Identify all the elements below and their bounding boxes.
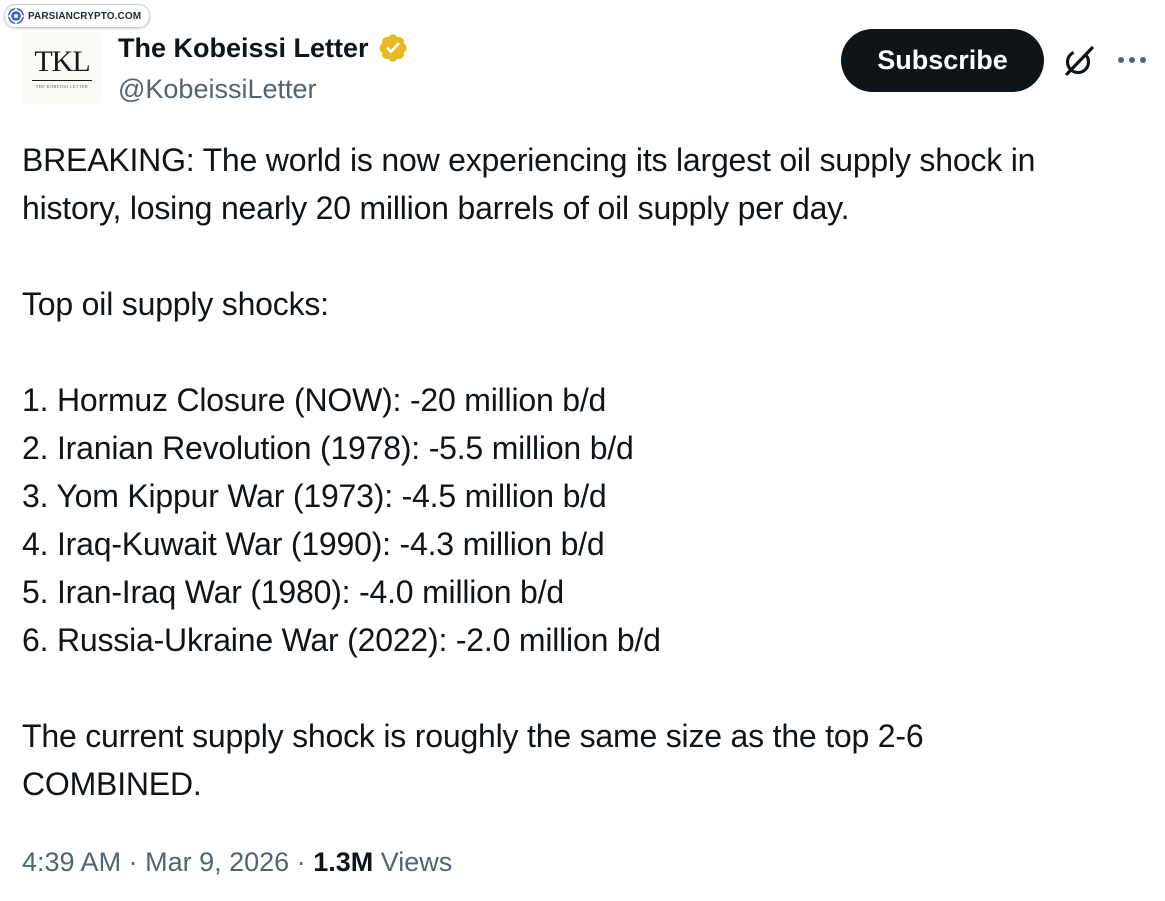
tweet-line: The current supply shock is roughly the … [22,718,924,754]
views-count[interactable]: 1.3M [313,847,373,877]
tweet-time: 4:39 AM [22,847,122,877]
tweet-text: BREAKING: The world is now experiencing … [22,136,1147,808]
watermark-badge: PARSIANCRYPTO.COM [4,4,151,28]
watermark-text: PARSIANCRYPTO.COM [28,10,142,22]
avatar[interactable]: TKL THE KOBEISSI LETTER [22,32,102,104]
tweet-timestamp[interactable]: 4:39 AM · Mar 9, 2026 [22,847,289,877]
subscribe-button[interactable]: Subscribe [841,29,1044,92]
tweet-list-item: 5. Iran-Iraq War (1980): -4.0 million b/… [22,574,564,610]
tweet-line: history, losing nearly 20 million barrel… [22,190,850,226]
tweet-line: Top oil supply shocks: [22,286,329,322]
author-handle[interactable]: @KobeissiLetter [118,72,317,106]
crypto-coin-icon [8,8,24,24]
tweet-list-item: 6. Russia-Ukraine War (2022): -2.0 milli… [22,622,661,658]
author-display-name[interactable]: The Kobeissi Letter [118,30,369,66]
avatar-logo-subtext: THE KOBEISSI LETTER [35,84,89,89]
tweet-line: BREAKING: The world is now experiencing … [22,142,1036,178]
tweet-list-item: 1. Hormuz Closure (NOW): -20 million b/d [22,382,607,418]
tweet-list-item: 4. Iraq-Kuwait War (1990): -4.3 million … [22,526,605,562]
meta-separator: · [128,847,138,877]
views-label: Views [380,847,453,877]
tweet-list-item: 3. Yom Kippur War (1973): -4.5 million b… [22,478,607,514]
gold-verified-badge-icon[interactable] [377,32,409,64]
meta-separator: · [296,847,306,877]
tweet-meta: 4:39 AM · Mar 9, 2026 · 1.3M Views [22,843,452,881]
tweet-date: Mar 9, 2026 [145,847,290,877]
tweet-line: COMBINED. [22,766,202,802]
more-options-button[interactable] [1112,44,1152,76]
author-name-row: The Kobeissi Letter [118,30,409,66]
tweet-list-item: 2. Iranian Revolution (1978): -5.5 milli… [22,430,634,466]
avatar-logo-text: TKL [32,47,92,81]
more-horizontal-icon [1118,57,1146,63]
grok-icon [1065,46,1094,76]
grok-button[interactable] [1058,40,1100,82]
